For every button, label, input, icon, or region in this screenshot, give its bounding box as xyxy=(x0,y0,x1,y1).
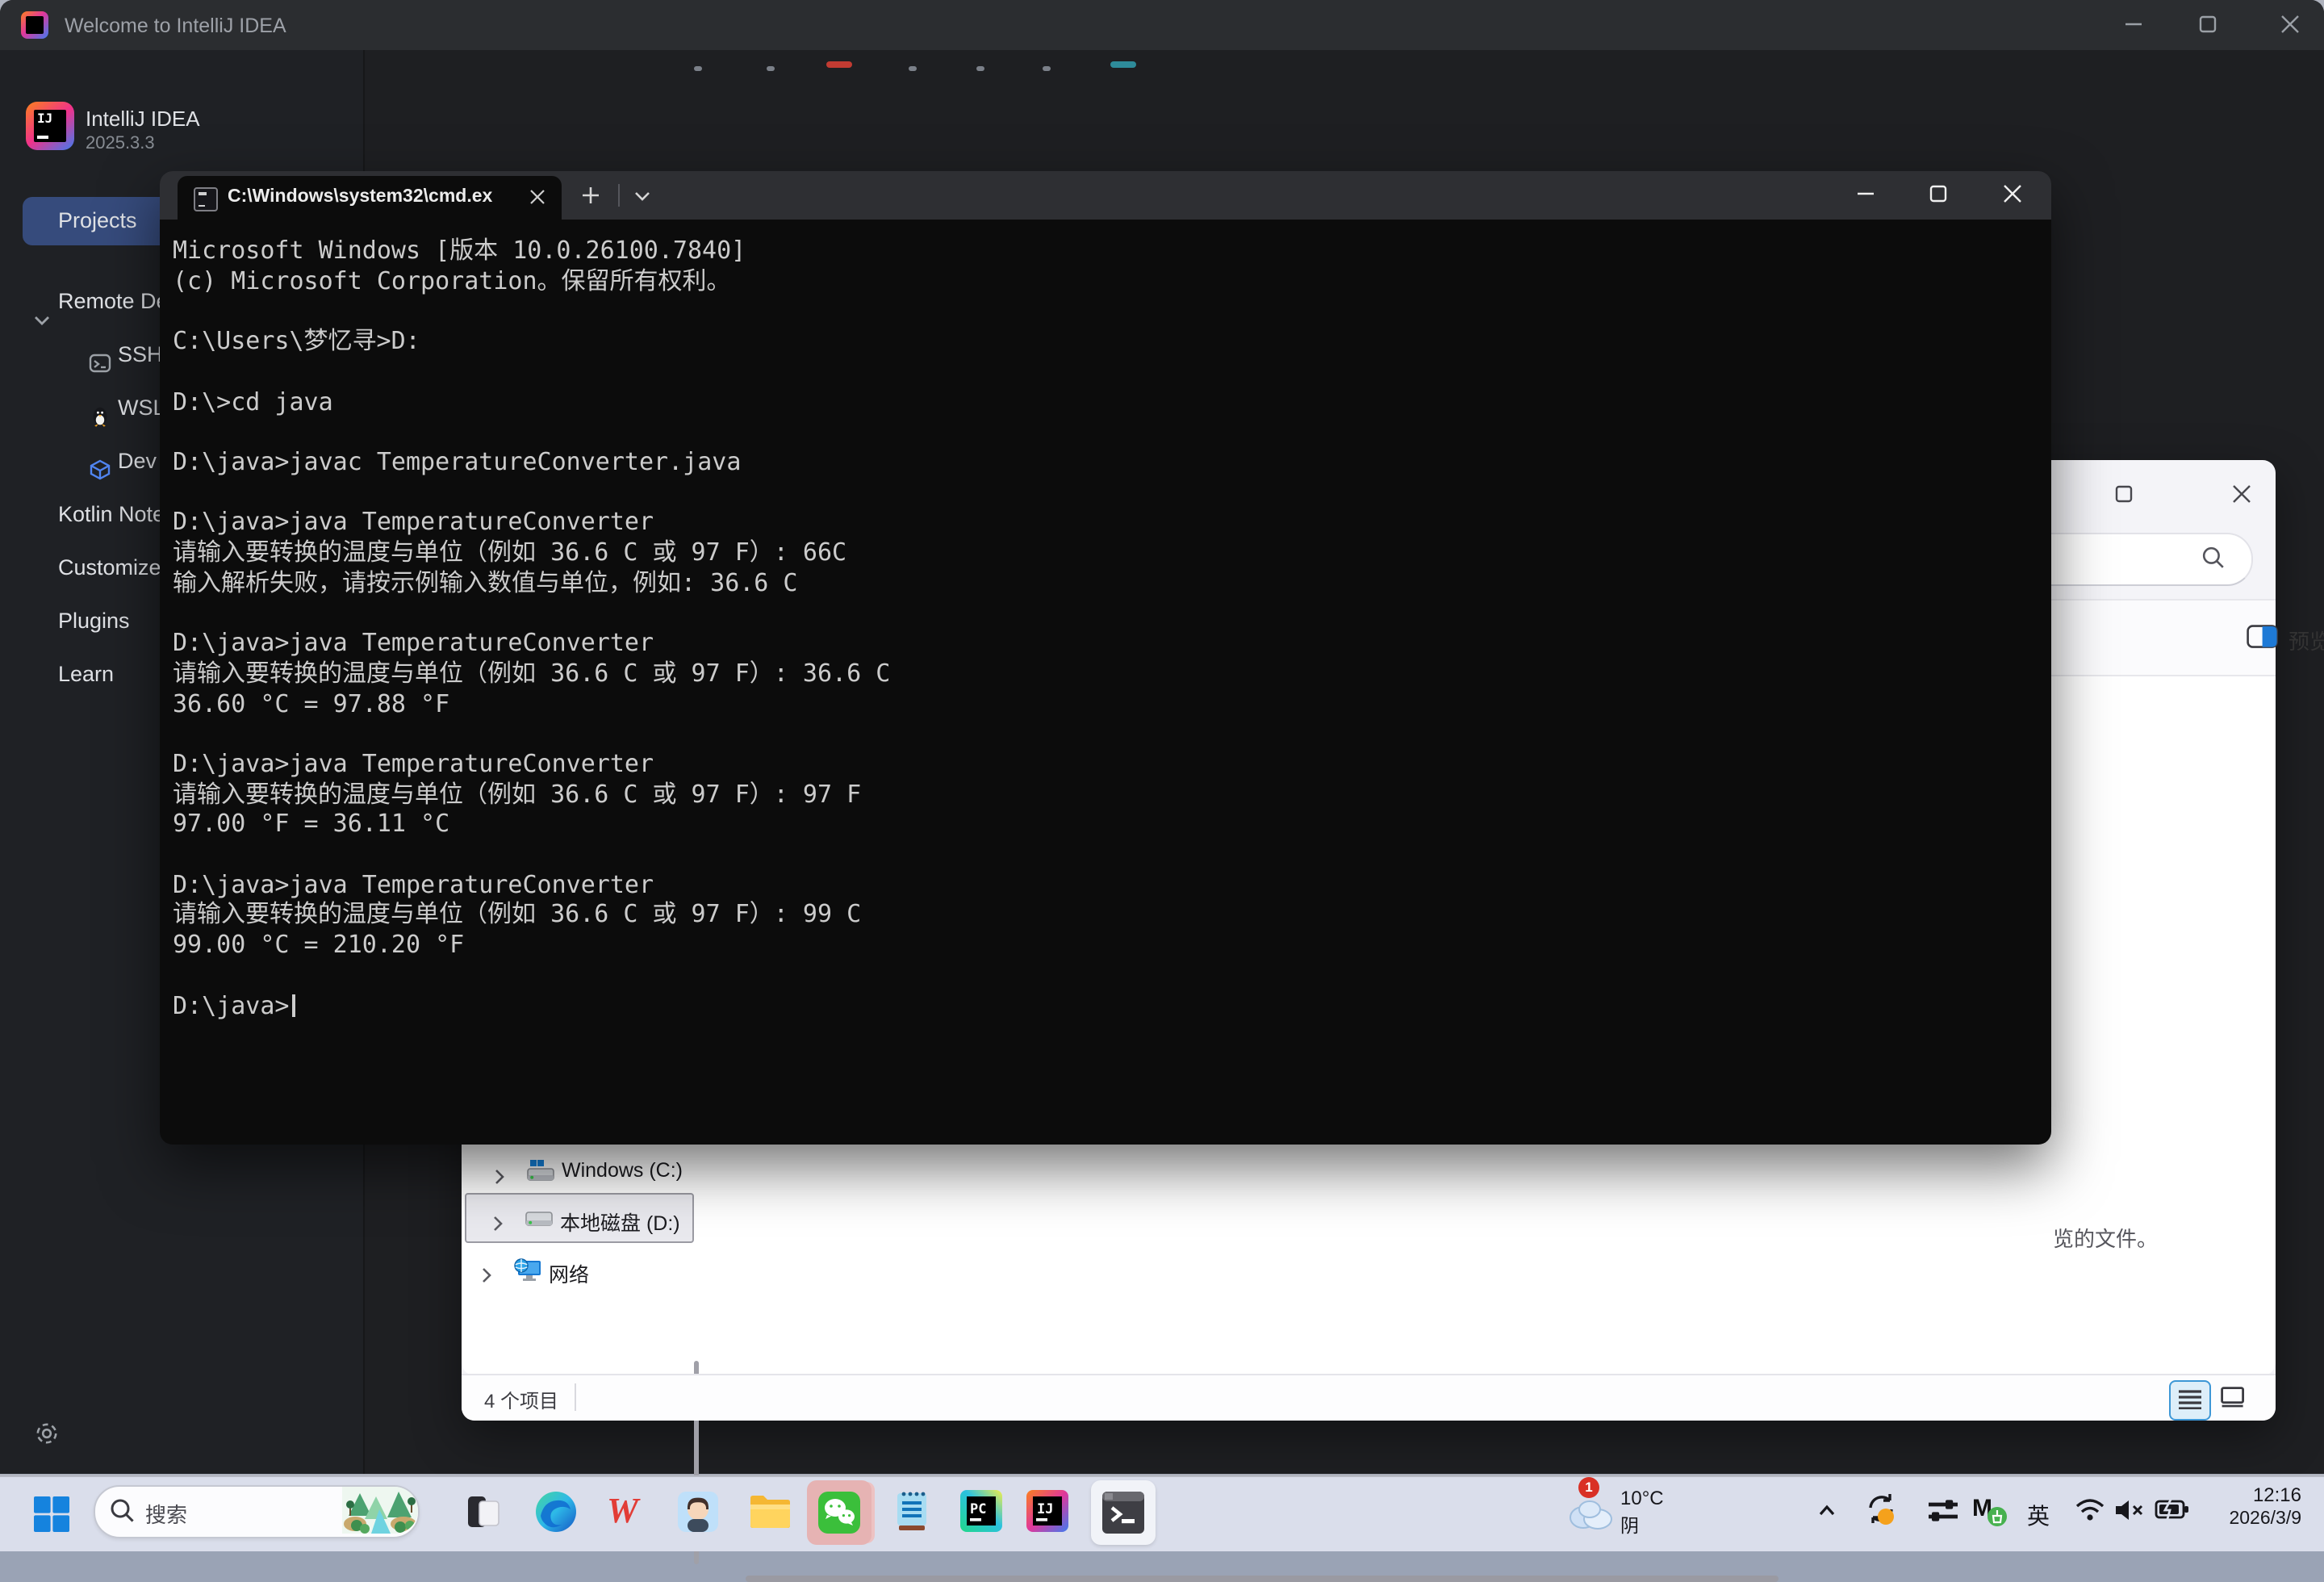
cloud-icon xyxy=(1565,1495,1614,1530)
search-highlight-image[interactable] xyxy=(342,1487,418,1534)
divider xyxy=(618,184,620,207)
item-count: 4 个项目 xyxy=(484,1387,558,1414)
desktop: Welcome to IntelliJ IDEA IJ IntelliJ IDE… xyxy=(0,0,2324,1550)
notification-badge: 1 xyxy=(1578,1477,1599,1498)
explorer-statusbar: 4 个项目 xyxy=(462,1374,2276,1421)
minimize-button[interactable] xyxy=(2109,6,2158,42)
time: 12:16 xyxy=(2229,1484,2301,1506)
edge-icon[interactable] xyxy=(534,1490,576,1532)
wifi-icon[interactable] xyxy=(2074,1496,2106,1530)
svg-text:PC: PC xyxy=(970,1501,986,1517)
app-version: 2025.3.3 xyxy=(86,134,155,153)
terminal-output[interactable]: Microsoft Windows [版本 10.0.26100.7840] (… xyxy=(173,236,890,1021)
tab-dropdown-button[interactable] xyxy=(628,181,657,210)
ssh-terminal-icon xyxy=(89,344,111,366)
tray-chevron-up-icon[interactable] xyxy=(1814,1498,1840,1532)
app-name: IntelliJ IDEA xyxy=(86,107,200,131)
running-indicator xyxy=(976,66,984,71)
terminal-titlebar[interactable]: C:\Windows\system32\cmd.ex xyxy=(160,171,2051,220)
search-placeholder: 搜索 xyxy=(145,1498,187,1529)
drive-d-icon xyxy=(525,1206,554,1238)
intellij-idea-icon[interactable]: IJ xyxy=(1026,1490,1068,1532)
tab-close-icon[interactable] xyxy=(526,186,549,208)
cmd-icon xyxy=(194,187,218,211)
close-icon[interactable] xyxy=(2217,476,2266,512)
chevron-right-icon xyxy=(494,1164,505,1193)
large-icons-view-button[interactable] xyxy=(2214,1380,2253,1417)
close-button[interactable] xyxy=(1988,176,2037,211)
network-icon xyxy=(513,1258,542,1291)
running-indicator xyxy=(909,66,917,71)
maximize-button[interactable] xyxy=(2100,476,2148,512)
file-explorer-icon[interactable] xyxy=(749,1492,791,1534)
weather-condition: 阴 xyxy=(1620,1513,1639,1538)
weather-temperature: 10°C xyxy=(1620,1487,1664,1509)
divider xyxy=(575,1383,576,1411)
intellij-titlebar[interactable]: Welcome to IntelliJ IDEA xyxy=(0,0,2324,50)
notepad-icon[interactable] xyxy=(892,1490,934,1532)
minimize-button[interactable] xyxy=(1841,176,1890,211)
search-icon xyxy=(110,1498,136,1524)
terminal-active-indicator xyxy=(1110,61,1136,67)
terminal-tab-title: C:\Windows\system32\cmd.ex xyxy=(228,187,492,207)
penguin-icon xyxy=(89,397,111,420)
tree-item-windows-c[interactable]: Windows (C:) xyxy=(465,1148,691,1195)
content-horizontal-scrollbar[interactable] xyxy=(746,1576,1779,1582)
intellij-logo: IJ xyxy=(26,102,74,150)
wechat-active-indicator xyxy=(826,61,852,67)
new-tab-button[interactable] xyxy=(576,181,605,210)
details-view-button[interactable] xyxy=(2169,1380,2211,1421)
gear-icon[interactable] xyxy=(32,1419,61,1448)
date: 2026/3/9 xyxy=(2229,1509,2301,1529)
preview-hint-text: 览的文件。 xyxy=(2053,1222,2158,1253)
tree-item-local-disk-d[interactable]: 本地磁盘 (D:) xyxy=(465,1193,694,1243)
preview-pane-icon xyxy=(2247,625,2279,649)
pycharm-icon[interactable]: PC xyxy=(960,1490,1002,1532)
weather-widget[interactable]: 1 10°C 阴 xyxy=(1559,1475,1737,1550)
maximize-button[interactable] xyxy=(2184,6,2232,42)
tray-ime-indicator[interactable]: 英 xyxy=(2027,1500,2050,1532)
close-button[interactable] xyxy=(2266,6,2314,42)
search-icon xyxy=(2201,546,2226,570)
volume-muted-icon[interactable] xyxy=(2114,1498,2146,1530)
tray-cleaner-icon[interactable]: M xyxy=(1972,1493,2008,1529)
tray-sync-icon[interactable] xyxy=(1864,1492,1900,1538)
running-indicator xyxy=(767,66,775,71)
taskbar-clock[interactable]: 12:16 2026/3/9 xyxy=(2229,1484,2301,1529)
terminal-tab[interactable]: C:\Windows\system32\cmd.ex xyxy=(178,176,562,220)
wps-office-icon[interactable]: W xyxy=(607,1490,649,1532)
tray-sliders-icon[interactable] xyxy=(1927,1498,1959,1532)
svg-text:IJ: IJ xyxy=(1037,1501,1053,1517)
wechat-icon[interactable] xyxy=(818,1492,860,1534)
drive-c-icon xyxy=(526,1159,555,1191)
start-button[interactable] xyxy=(34,1496,69,1532)
running-indicator xyxy=(694,66,702,71)
window-title: Welcome to IntelliJ IDEA xyxy=(65,15,286,37)
chevron-right-icon xyxy=(492,1211,504,1240)
terminal-window: C:\Windows\system32\cmd.ex Microsoft Win… xyxy=(160,171,2051,1145)
phone-link-icon[interactable] xyxy=(463,1492,505,1534)
intellij-logo-icon xyxy=(21,11,48,39)
cube-icon xyxy=(89,450,111,473)
maximize-button[interactable] xyxy=(1914,176,1962,211)
windows-terminal-icon[interactable] xyxy=(1102,1492,1144,1534)
avatar-icon[interactable] xyxy=(678,1492,720,1534)
tree-item-network[interactable]: 网络 xyxy=(465,1246,691,1291)
running-indicator xyxy=(1043,66,1051,71)
taskbar-search-input[interactable]: 搜索 xyxy=(94,1485,420,1538)
battery-icon[interactable] xyxy=(2155,1498,2190,1529)
chevron-right-icon xyxy=(481,1262,492,1291)
